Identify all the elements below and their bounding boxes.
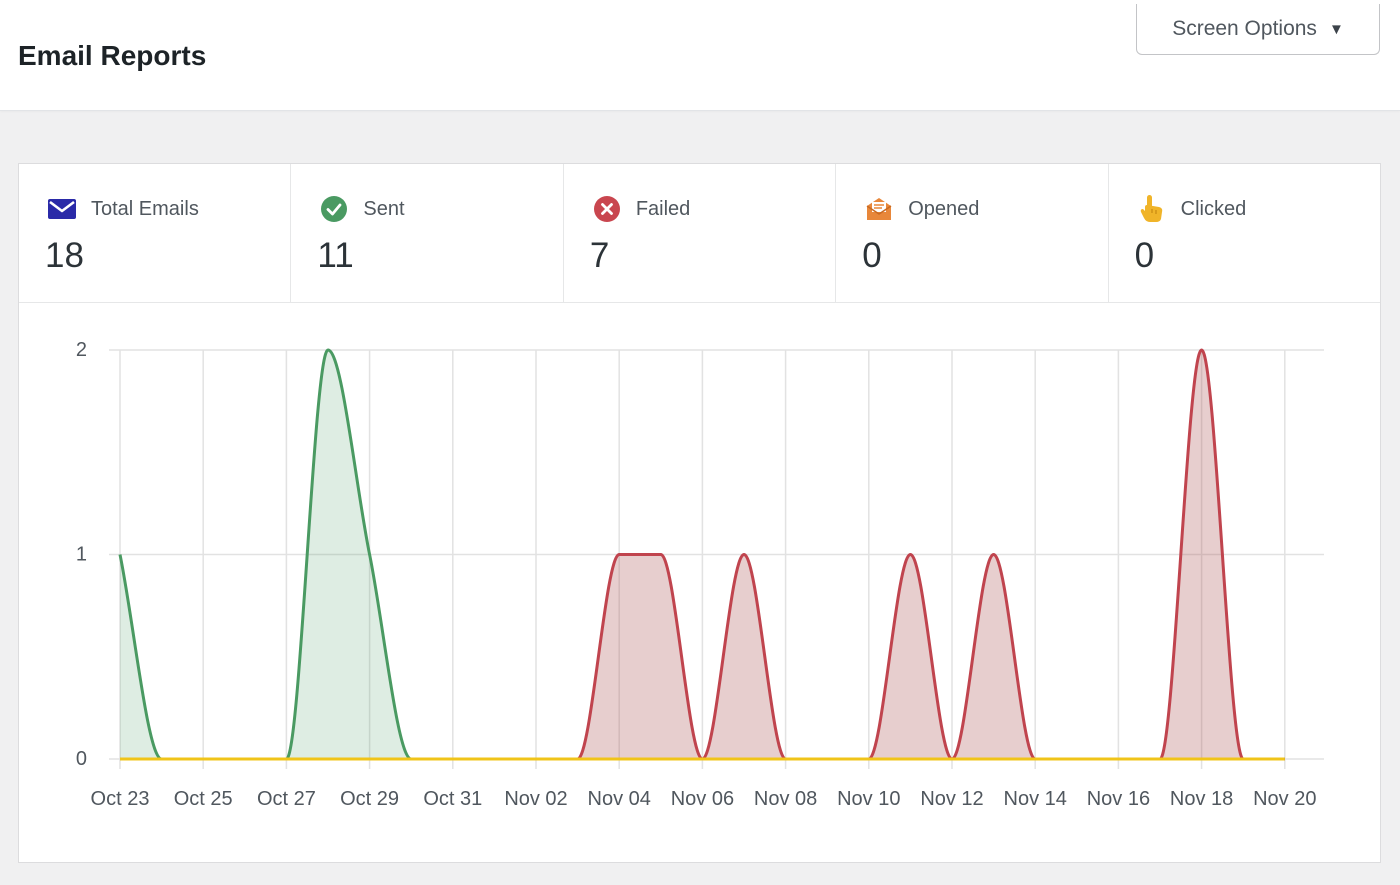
x-tick-label: Nov 20 <box>1253 788 1316 810</box>
check-circle-icon <box>319 196 349 222</box>
x-tick-label: Nov 04 <box>588 788 651 810</box>
x-tick-label: Nov 14 <box>1004 788 1067 810</box>
stat-opened: Opened 0 <box>836 164 1109 302</box>
y-axis: 0 1 2 <box>76 339 87 770</box>
screen-options-label: Screen Options <box>1172 17 1317 40</box>
stat-value: 0 <box>862 236 882 275</box>
open-envelope-icon <box>864 196 894 222</box>
page-header: Email Reports Screen Options ▼ <box>0 0 1400 111</box>
stat-total-emails: Total Emails 18 <box>19 164 292 302</box>
stat-value: 11 <box>317 236 354 275</box>
y-tick-label: 2 <box>76 339 87 361</box>
caret-down-icon: ▼ <box>1328 20 1344 38</box>
x-tick-label: Oct 29 <box>340 788 399 810</box>
x-tick-label: Oct 25 <box>174 788 233 810</box>
email-activity-chart: 0 1 2 Oct 23 Oct 25 Oct 27 Oct 29 Oct 31 Nov 02… <box>76 339 1324 810</box>
stat-sent: Sent 11 <box>291 164 564 302</box>
x-axis: Oct 23 Oct 25 Oct 27 Oct 29 Oct 31 Nov 02 Nov … <box>91 788 1317 810</box>
page-title: Email Reports <box>18 40 207 71</box>
x-tick-label: Nov 18 <box>1170 788 1233 810</box>
email-report-card: Total Emails 18 Sent 11 Failed 7 Opened … <box>18 163 1381 863</box>
y-tick-label: 0 <box>76 748 87 770</box>
stat-label: Clicked <box>1180 198 1247 220</box>
x-circle-icon <box>592 196 622 222</box>
x-tick-label: Nov 10 <box>837 788 900 810</box>
pointing-hand-icon <box>1137 195 1167 222</box>
x-tick-label: Oct 23 <box>91 788 150 810</box>
stat-clicked: Clicked 0 <box>1109 164 1380 302</box>
x-tick-label: Nov 06 <box>671 788 734 810</box>
y-tick-label: 1 <box>76 544 87 566</box>
x-tick-label: Oct 31 <box>423 788 482 810</box>
envelope-icon <box>47 196 77 222</box>
x-tick-label: Nov 08 <box>754 788 817 810</box>
stat-value: 7 <box>589 236 610 275</box>
screen-options-button[interactable]: Screen Options ▼ <box>1136 4 1380 55</box>
stat-label: Opened <box>908 198 980 220</box>
stat-label: Failed <box>635 198 691 220</box>
x-tick-label: Oct 27 <box>257 788 316 810</box>
stat-value: 0 <box>1134 236 1155 275</box>
stat-label: Sent <box>363 198 405 220</box>
stat-value: 18 <box>45 236 84 275</box>
x-tick-label: Nov 16 <box>1087 788 1150 810</box>
x-tick-label: Nov 12 <box>920 788 983 810</box>
stat-label: Total Emails <box>91 198 199 220</box>
stat-failed: Failed 7 <box>564 164 837 302</box>
stats-row: Total Emails 18 Sent 11 Failed 7 Opened … <box>19 164 1380 303</box>
x-tick-label: Nov 02 <box>504 788 567 810</box>
